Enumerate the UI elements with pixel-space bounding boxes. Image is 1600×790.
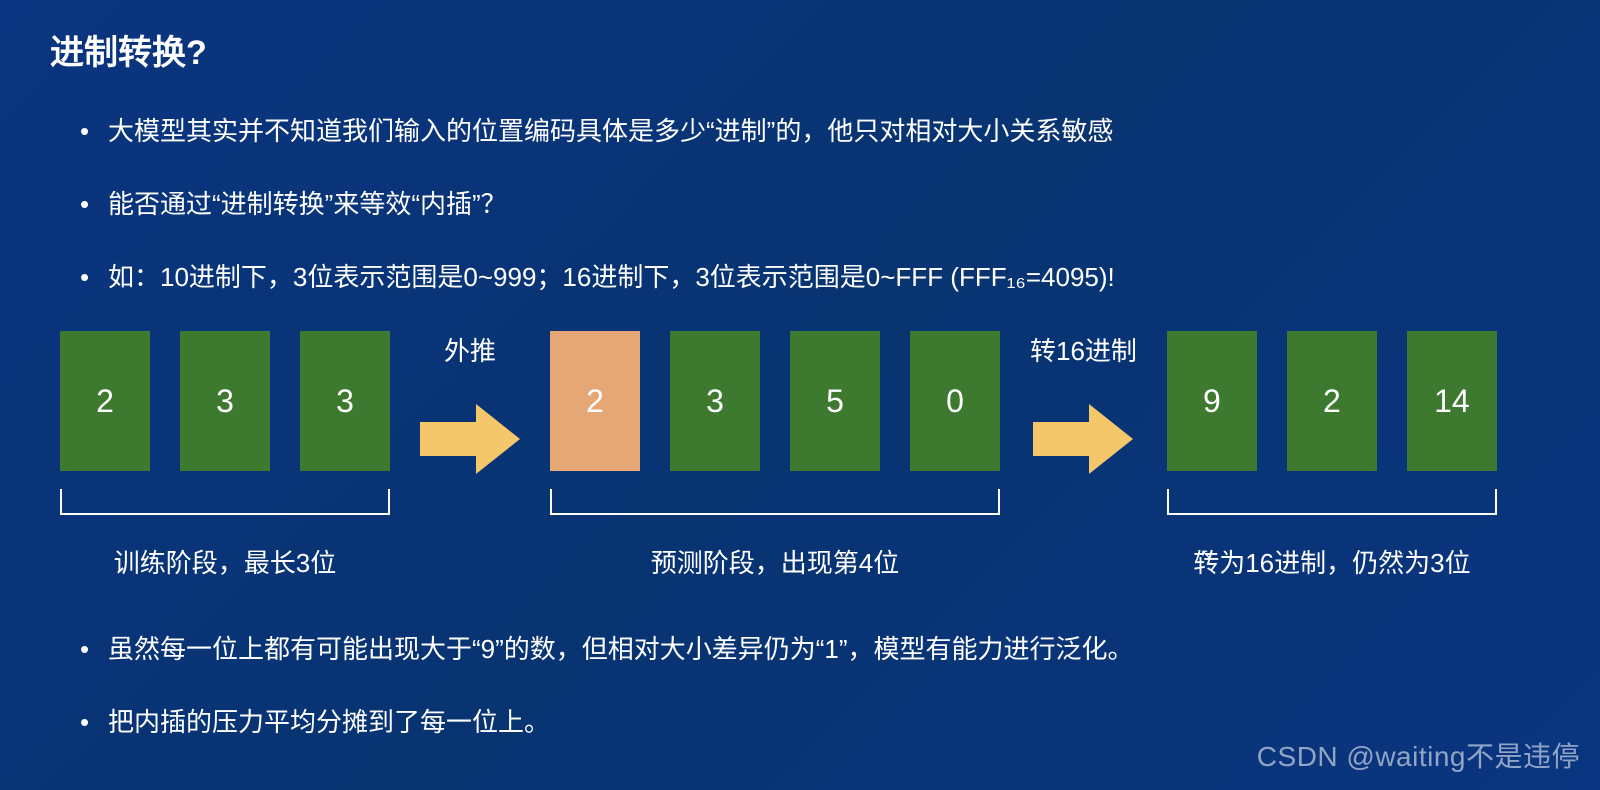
- arrow-label: 转16进制: [1030, 331, 1137, 368]
- arrow-extrapolate: 外推: [420, 331, 520, 474]
- bottom-bullet-list: 虽然每一位上都有可能出现大于“9”的数，但相对大小差异仍为“1”，模型有能力进行…: [80, 630, 1550, 742]
- top-bullet-list: 大模型其实并不知道我们输入的位置编码具体是多少“进制”的，他只对相对大小关系敏感…: [80, 112, 1550, 297]
- bracket: [550, 489, 1000, 515]
- digit-box: 2: [60, 331, 150, 471]
- bracket: [1167, 489, 1497, 515]
- arrow-icon: [1033, 404, 1133, 474]
- group-caption: 预测阶段，出现第4位: [651, 543, 899, 580]
- bullet-item: 如：10进制下，3位表示范围是0~999；16进制下，3位表示范围是0~FFF …: [80, 258, 1550, 297]
- mouse-cursor-icon: ↖: [1200, 545, 1213, 565]
- conversion-diagram: 2 3 3 训练阶段，最长3位 外推 2 3 5 0 预测阶段，出现第4位 转1…: [60, 331, 1550, 580]
- arrow-label: 外推: [444, 331, 496, 368]
- bullet-item: 大模型其实并不知道我们输入的位置编码具体是多少“进制”的，他只对相对大小关系敏感: [80, 112, 1550, 151]
- digit-box: 3: [670, 331, 760, 471]
- bullet-item: 能否通过“进制转换”来等效“内插”？: [80, 185, 1550, 224]
- slide-title: 进制转换?: [50, 25, 1550, 74]
- group-caption: 转为16进制，仍然为3位: [1193, 543, 1470, 580]
- digit-box: 9: [1167, 331, 1257, 471]
- digit-box-highlight: 2: [550, 331, 640, 471]
- bullet-item: 虽然每一位上都有可能出现大于“9”的数，但相对大小差异仍为“1”，模型有能力进行…: [80, 630, 1550, 669]
- digit-box: 3: [300, 331, 390, 471]
- group-base16: 9 2 14 转为16进制，仍然为3位: [1167, 331, 1497, 580]
- digit-box: 3: [180, 331, 270, 471]
- group-training: 2 3 3 训练阶段，最长3位: [60, 331, 390, 580]
- digit-box: 0: [910, 331, 1000, 471]
- digit-box: 2: [1287, 331, 1377, 471]
- digit-box: 14: [1407, 331, 1497, 471]
- group-predict: 2 3 5 0 预测阶段，出现第4位: [550, 331, 1000, 580]
- digit-box: 5: [790, 331, 880, 471]
- bracket: [60, 489, 390, 515]
- group-caption: 训练阶段，最长3位: [114, 543, 336, 580]
- arrow-icon: [420, 404, 520, 474]
- arrow-to-base16: 转16进制: [1030, 331, 1137, 474]
- watermark-text: CSDN @waiting不是违停: [1257, 735, 1580, 775]
